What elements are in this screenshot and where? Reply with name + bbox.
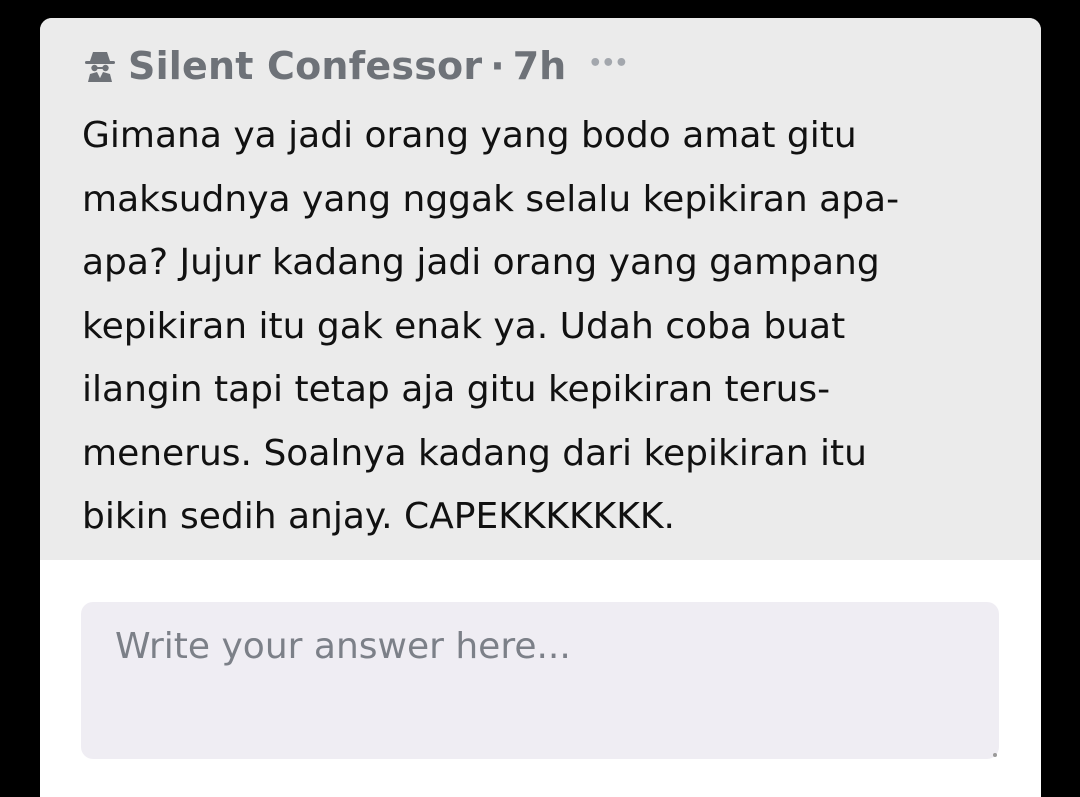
meta-separator: · (490, 44, 505, 88)
question-section: Silent Confessor · 7h ••• Gimana ya jadi… (40, 18, 1041, 560)
post-header: Silent Confessor · 7h ••• (82, 42, 628, 90)
more-options-icon[interactable]: ••• (588, 51, 628, 82)
answer-input[interactable] (81, 602, 999, 759)
question-text: Gimana ya jadi orang yang bodo amat gitu… (82, 115, 900, 537)
author-name[interactable]: Silent Confessor (128, 44, 482, 88)
spy-icon (82, 48, 118, 84)
answer-box (81, 602, 999, 759)
resize-handle-icon[interactable] (993, 753, 997, 757)
confession-card: Silent Confessor · 7h ••• Gimana ya jadi… (40, 18, 1041, 797)
post-time: 7h (512, 44, 567, 88)
